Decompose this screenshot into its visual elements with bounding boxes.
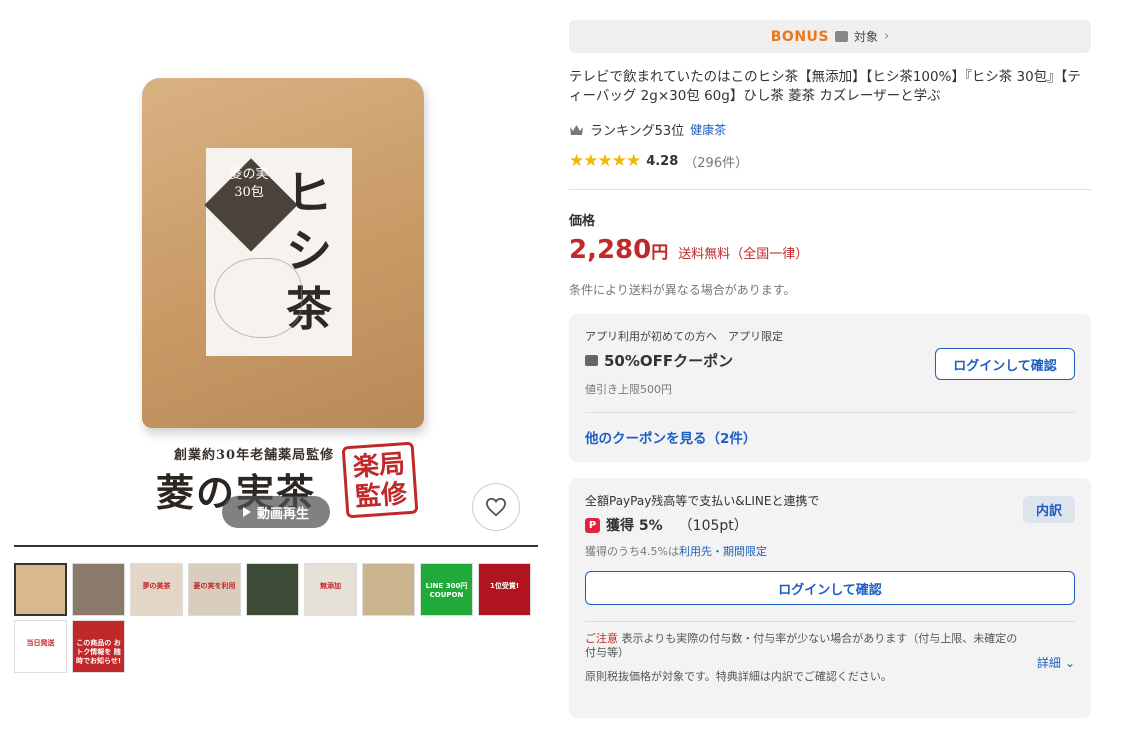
more-coupons-link[interactable]: 他のクーポンを見る（2件） xyxy=(585,427,756,447)
main-product-image[interactable]: 菱の実 30包 ヒシ茶 創業約30年老舗薬局監修 菱の実茶 楽局監修 動画再生 xyxy=(14,12,538,547)
thumbnail-10[interactable]: 当日発送 xyxy=(14,620,67,673)
price-label: 価格 xyxy=(569,214,596,229)
thumbnail-caption: この商品の おトク情報を 随時でお知らせ! xyxy=(75,639,122,665)
shipping-free: 送料無料（全国一律） xyxy=(678,247,809,262)
favorite-button[interactable] xyxy=(472,483,520,531)
play-video-button[interactable]: 動画再生 xyxy=(222,496,330,528)
bonus-label: 対象 xyxy=(854,30,879,44)
bonus-bar[interactable]: BONUS 対象 › xyxy=(569,20,1091,53)
points-note: 原則税抜価格が対象です。特典詳細は内訳でご確認ください。 xyxy=(585,670,892,683)
points-login-button[interactable]: ログインして確認 xyxy=(585,571,1075,605)
thumbnail-4[interactable]: 菱の実を利用 xyxy=(188,563,241,616)
points-subnote: 獲得のうち4.5%は利用先・期間限定 xyxy=(585,545,767,558)
coupon-login-button[interactable]: ログインして確認 xyxy=(935,348,1075,380)
thumbnail-caption: 当日発送 xyxy=(26,639,55,647)
price-row: 2,280円 送料無料（全国一律） xyxy=(569,235,1091,265)
price-amount: 2,280円 xyxy=(569,235,669,265)
pouch-label: 菱の実 30包 ヒシ茶 xyxy=(204,148,352,356)
coupon-condition: アプリ利用が初めての方へ アプリ限定 xyxy=(585,330,783,343)
shipping-note: 条件により送料が異なる場合があります。 xyxy=(569,283,796,297)
ranking-text: ランキング53位 xyxy=(590,124,685,139)
points-heading: 全額PayPay残高等で支払い&LINEと連携で xyxy=(585,494,820,508)
thumbnail-11[interactable]: この商品の おトク情報を 随時でお知らせ! xyxy=(72,620,125,673)
paypay-icon: P xyxy=(585,517,600,533)
price-currency: 円 xyxy=(651,243,669,263)
product-gallery: 菱の実 30包 ヒシ茶 創業約30年老舗薬局監修 菱の実茶 楽局監修 動画再生 … xyxy=(14,12,538,673)
play-icon xyxy=(242,507,251,517)
supervision-stamp: 楽局監修 xyxy=(341,441,419,519)
thumbnail-7[interactable] xyxy=(362,563,415,616)
water-caltrop-sketch xyxy=(214,258,302,338)
points-amount: （105pt） xyxy=(678,518,748,534)
rating-row[interactable]: ★★★★★ 4.28 （296件） xyxy=(569,151,1091,171)
points-usage-link[interactable]: 利用先・期間限定 xyxy=(679,545,767,558)
chevron-right-icon: › xyxy=(884,29,890,44)
thumbnail-caption: 無添加 xyxy=(320,582,341,590)
thumbnail-5[interactable] xyxy=(246,563,299,616)
chevron-down-icon: ⌄ xyxy=(1064,655,1075,670)
bonus-word: BONUS xyxy=(770,28,830,45)
divider xyxy=(585,412,1075,413)
points-earn-row: P 獲得 5% （105pt） xyxy=(585,515,1075,535)
play-video-label: 動画再生 xyxy=(256,506,309,522)
ranking-row: ランキング53位 健康茶 xyxy=(569,120,1091,139)
crown-icon xyxy=(570,124,583,135)
coupon-limit: 値引き上限500円 xyxy=(585,383,672,396)
ranking-category-link[interactable]: 健康茶 xyxy=(690,121,726,138)
coupon-ticket-icon xyxy=(585,355,598,366)
brand-subtitle: 創業約30年老舗薬局監修 xyxy=(174,448,335,463)
heart-icon xyxy=(485,497,507,517)
tea-pouch-image: 菱の実 30包 ヒシ茶 xyxy=(142,78,424,428)
thumbnail-9[interactable]: 1位受賞! xyxy=(478,563,531,616)
thumbnail-1[interactable] xyxy=(14,563,67,616)
points-card: 全額PayPay残高等で支払い&LINEと連携で 内訳 P 獲得 5% （105… xyxy=(569,478,1091,718)
points-caution: ご注意 表示よりも実際の付与数・付与率が少ない場合があります（付与上限、未確定の… xyxy=(585,632,1018,659)
divider xyxy=(585,621,1075,622)
points-earn: 獲得 5% xyxy=(606,518,663,534)
product-info: BONUS 対象 › テレビで飲まれていたのはこのヒシ茶【無添加】【ヒシ茶100… xyxy=(569,20,1091,718)
bonus-ticket-icon xyxy=(835,31,849,42)
thumbnail-6[interactable]: 無添加 xyxy=(304,563,357,616)
rating-score: 4.28 xyxy=(646,153,679,169)
thumbnail-8[interactable]: LINE 300円 COUPON xyxy=(420,563,473,616)
coupon-card: アプリ利用が初めての方へ アプリ限定 50%OFFクーポン 値引き上限500円 … xyxy=(569,314,1091,462)
review-count: （296件） xyxy=(684,155,749,171)
thumbnail-caption: 菱の実を利用 xyxy=(193,582,236,590)
thumbnail-caption: LINE 300円 COUPON xyxy=(425,582,468,599)
thumbnail-caption: 夢の美茶 xyxy=(142,582,171,590)
pouch-label-count: 30包 xyxy=(234,185,264,200)
thumbnail-strip: 夢の美茶 菱の実を利用 無添加 LINE 300円 COUPON 1位受賞! 当日発送 この… xyxy=(14,563,544,673)
star-rating-icon: ★★★★★ xyxy=(569,151,641,171)
breakdown-button[interactable]: 内訳 xyxy=(1023,496,1075,523)
thumbnail-caption: 1位受賞! xyxy=(489,582,520,590)
caution-label: ご注意 xyxy=(585,632,618,645)
detail-link[interactable]: 詳細 ⌄ xyxy=(1037,654,1075,671)
thumbnail-2[interactable] xyxy=(72,563,125,616)
pouch-label-small: 菱の実 xyxy=(229,167,269,182)
product-title: テレビで飲まれていたのはこのヒシ茶【無添加】【ヒシ茶100%】『ヒシ茶 30包』… xyxy=(569,69,1081,104)
thumbnail-3[interactable]: 夢の美茶 xyxy=(130,563,183,616)
divider xyxy=(569,189,1091,190)
